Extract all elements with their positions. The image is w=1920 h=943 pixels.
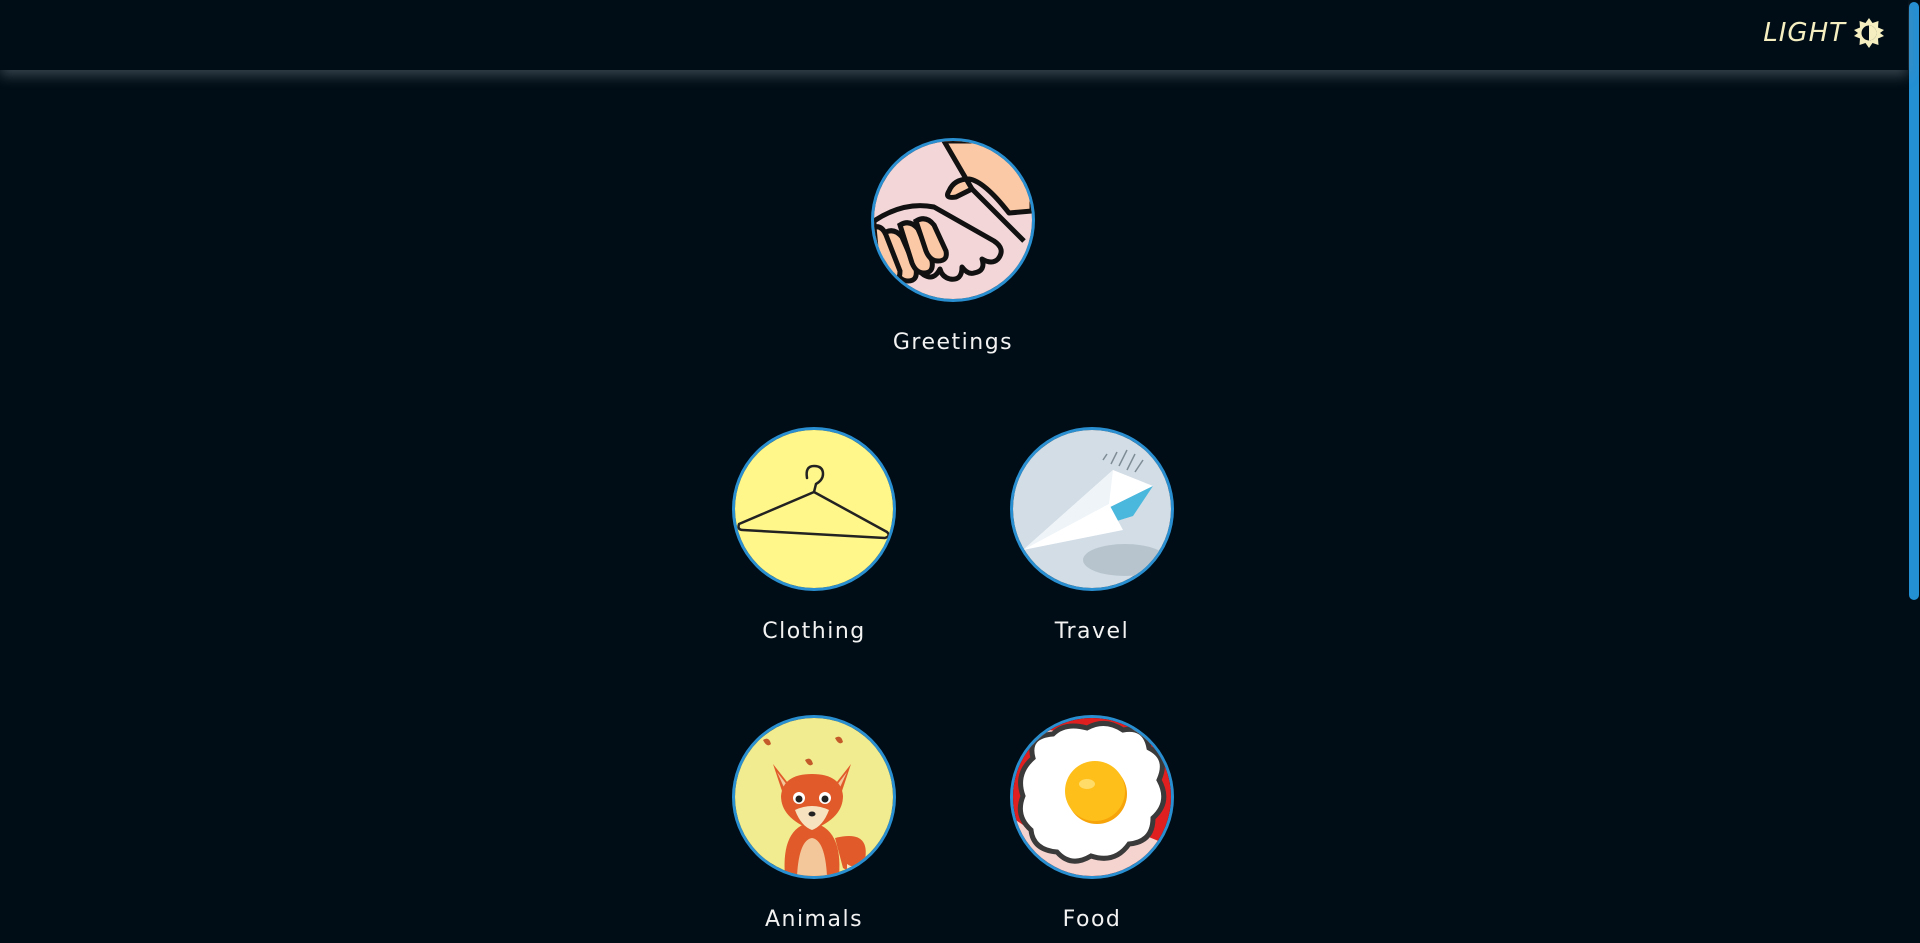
category-clothing[interactable]: Clothing <box>694 427 934 644</box>
theme-toggle-button[interactable]: LIGHT <box>1763 18 1884 48</box>
category-label-greetings: Greetings <box>892 330 1014 355</box>
category-greetings[interactable]: Greetings <box>833 138 1073 355</box>
clothing-image[interactable] <box>732 427 896 591</box>
animals-image[interactable] <box>732 715 896 879</box>
category-food[interactable]: Food <box>972 715 1212 932</box>
hanger-icon <box>735 430 893 588</box>
contrast-sun-icon <box>1854 18 1884 48</box>
theme-toggle-label: LIGHT <box>1763 18 1846 48</box>
category-label-food: Food <box>1062 907 1122 932</box>
food-image[interactable] <box>1010 715 1174 879</box>
scrollbar-thumb[interactable] <box>1909 2 1919 600</box>
fox-icon <box>735 718 893 876</box>
category-label-animals: Animals <box>764 907 864 932</box>
category-grid: Greetings Clothing Travel Animals Food <box>0 70 1908 943</box>
vertical-scrollbar[interactable] <box>1908 0 1920 943</box>
greetings-image[interactable] <box>871 138 1035 302</box>
category-animals[interactable]: Animals <box>694 715 934 932</box>
fried-egg-icon <box>1013 718 1171 876</box>
travel-image[interactable] <box>1010 427 1174 591</box>
paper-plane-icon <box>1013 430 1171 588</box>
category-label-travel: Travel <box>1054 619 1130 644</box>
category-label-clothing: Clothing <box>762 619 866 644</box>
category-travel[interactable]: Travel <box>972 427 1212 644</box>
handshake-icon <box>874 141 1032 299</box>
top-bar: LIGHT <box>0 0 1908 70</box>
